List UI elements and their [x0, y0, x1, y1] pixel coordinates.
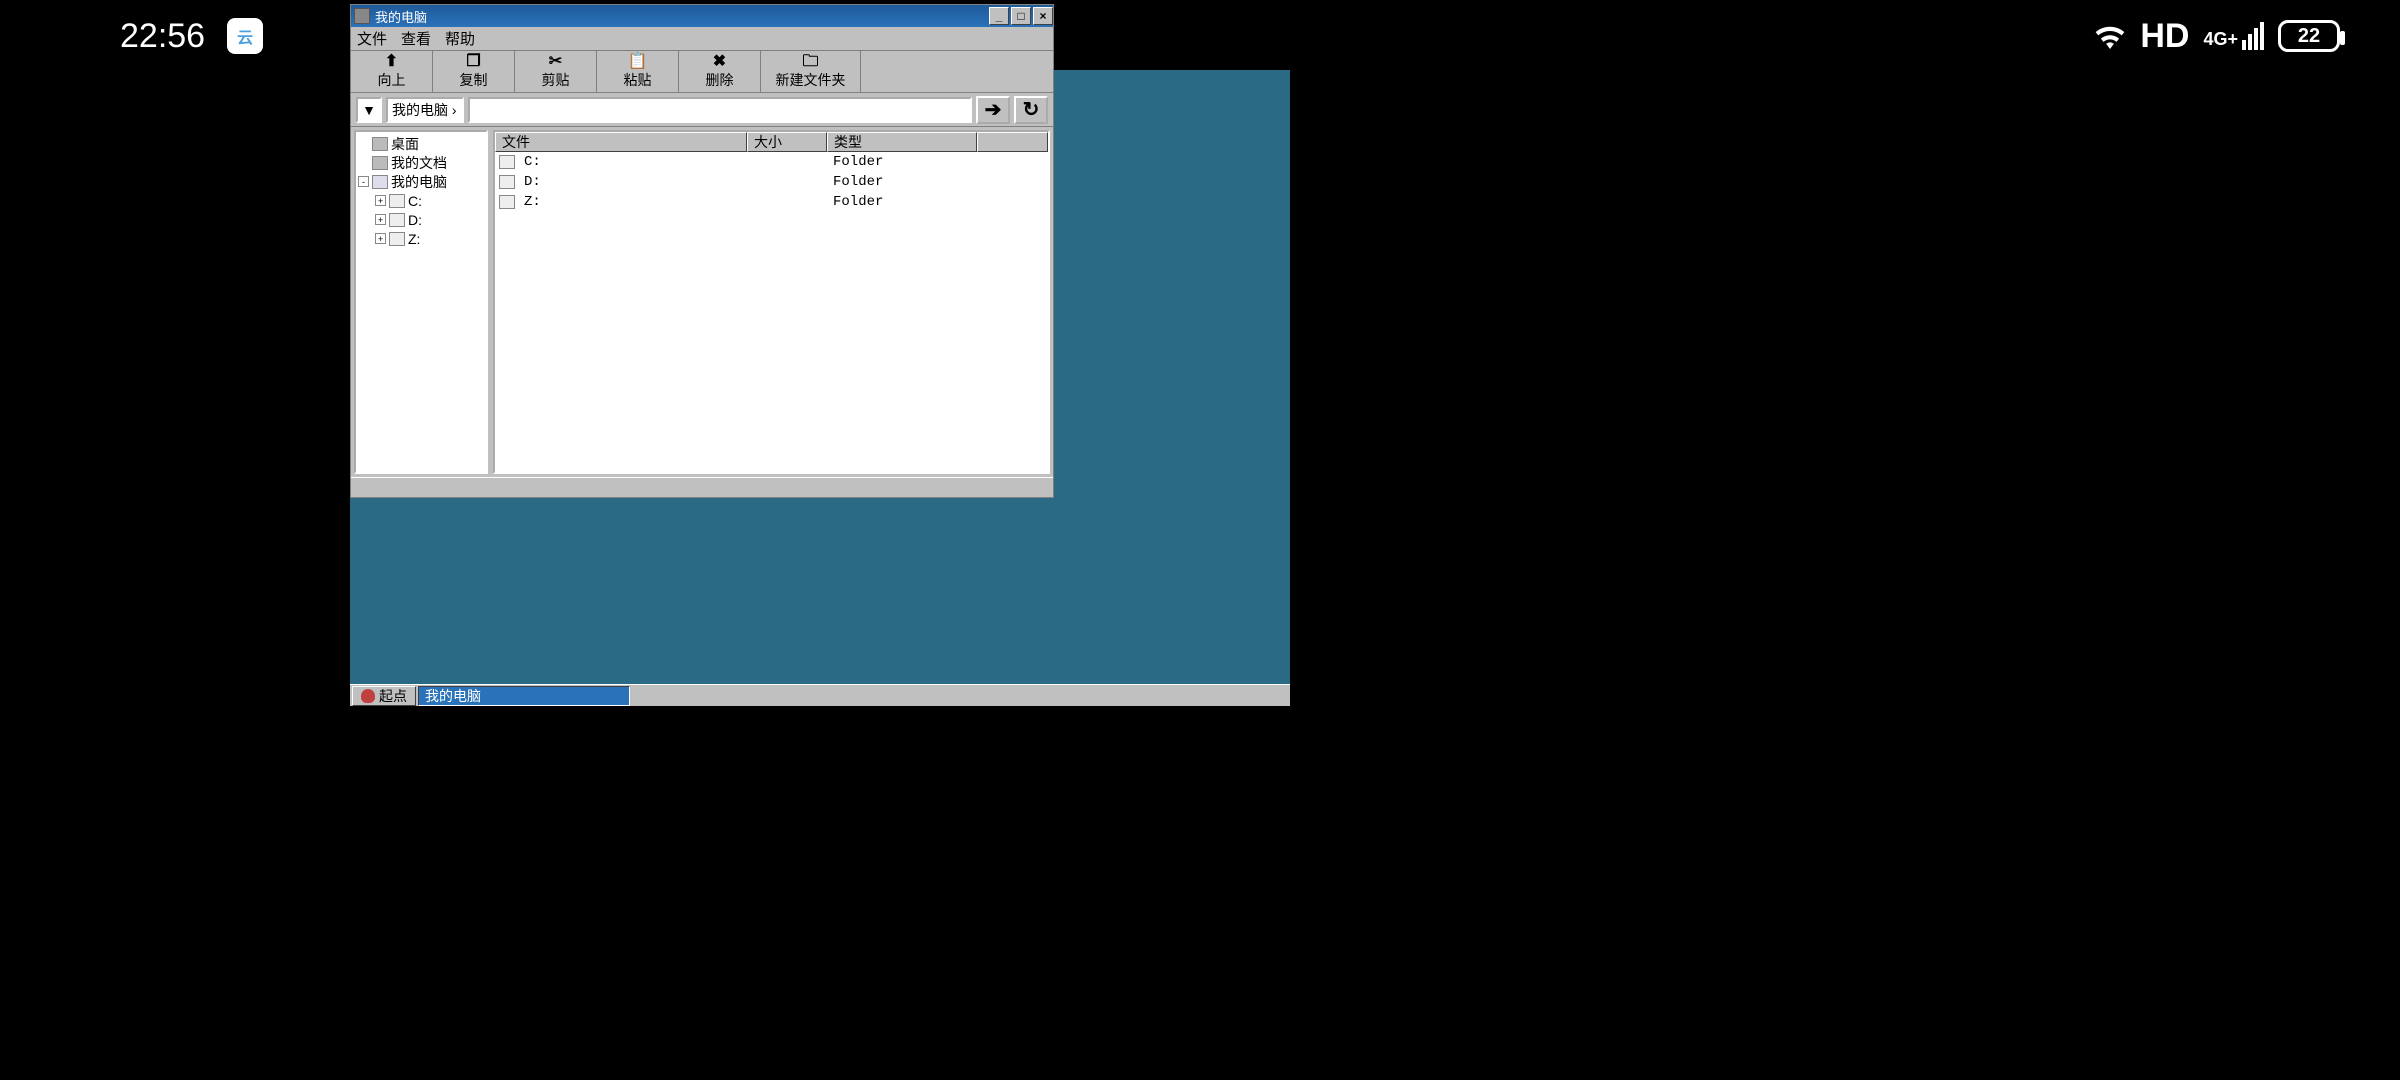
arrow-right-icon: ➔ — [985, 97, 1002, 122]
drive-icon — [499, 155, 515, 169]
network-indicator: 4G+ — [2203, 22, 2264, 50]
col-size[interactable]: 大小 — [747, 132, 827, 152]
go-button[interactable]: ➔ — [976, 96, 1010, 124]
folder-tree[interactable]: 桌面 我的文档 -我的电脑 +C: +D: +Z: — [354, 130, 488, 474]
address-dropdown[interactable]: ▼ — [356, 97, 382, 123]
address-input[interactable] — [468, 97, 972, 123]
tree-documents[interactable]: 我的文档 — [358, 153, 484, 172]
expand-icon[interactable]: + — [375, 233, 386, 244]
tree-drive-d[interactable]: +D: — [358, 210, 484, 229]
drive-icon — [389, 194, 405, 208]
list-item[interactable]: D: Folder — [495, 172, 1048, 192]
tree-drive-c[interactable]: +C: — [358, 191, 484, 210]
battery-indicator: 22 — [2278, 20, 2340, 52]
desktop-icon — [372, 137, 388, 151]
col-extra[interactable] — [977, 132, 1048, 152]
status-bar — [351, 477, 1053, 497]
status-indicators: HD 4G+ 22 — [2094, 17, 2340, 56]
list-header: 文件 大小 类型 — [495, 132, 1048, 152]
wifi-icon — [2094, 23, 2126, 49]
list-item[interactable]: Z: Folder — [495, 192, 1048, 212]
drive-icon — [389, 213, 405, 227]
tree-desktop[interactable]: 桌面 — [358, 134, 484, 153]
android-status-bar: 22:56 云 HD 4G+ 22 — [0, 0, 2400, 72]
hd-indicator: HD — [2140, 17, 2189, 56]
clock: 22:56 — [120, 17, 205, 56]
expand-icon[interactable]: + — [375, 195, 386, 206]
tree-drive-z[interactable]: +Z: — [358, 229, 484, 248]
taskbar-item[interactable]: 我的电脑 — [418, 686, 630, 706]
file-manager-window: 我的电脑 _ □ × 文件 查看 帮助 ⬆ 向上 ❐ 复制 ✂ 剪贴 📋 粘贴 … — [350, 4, 1054, 498]
documents-icon — [372, 156, 388, 170]
taskbar: 起点 我的电脑 — [350, 684, 1290, 706]
refresh-icon: ↻ — [1023, 97, 1040, 122]
start-button[interactable]: 起点 — [352, 686, 416, 706]
collapse-icon[interactable]: - — [358, 176, 369, 187]
computer-icon — [372, 175, 388, 189]
address-bar: ▼ 我的电脑 › ➔ ↻ — [351, 93, 1053, 127]
file-list[interactable]: 文件 大小 类型 C: Folder D: Folder — [493, 130, 1050, 474]
refresh-button[interactable]: ↻ — [1014, 96, 1048, 124]
drive-icon — [499, 175, 515, 189]
list-item[interactable]: C: Folder — [495, 152, 1048, 172]
col-file[interactable]: 文件 — [495, 132, 747, 152]
col-type[interactable]: 类型 — [827, 132, 977, 152]
wine-icon — [361, 689, 375, 703]
address-path[interactable]: 我的电脑 › — [386, 97, 464, 123]
drive-icon — [389, 232, 405, 246]
expand-icon[interactable]: + — [375, 214, 386, 225]
tree-computer[interactable]: -我的电脑 — [358, 172, 484, 191]
drive-icon — [499, 195, 515, 209]
app-badge-icon: 云 — [227, 18, 263, 54]
